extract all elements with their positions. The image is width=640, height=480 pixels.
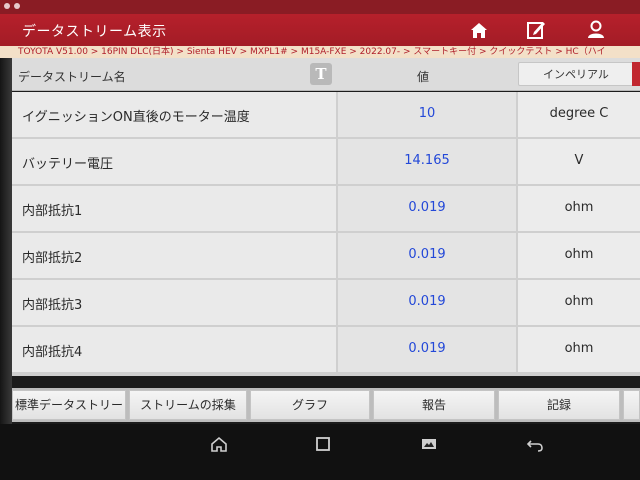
stream-sampling-button[interactable]: ストリームの採集 xyxy=(129,390,247,420)
page-title: データストリーム表示 xyxy=(22,24,167,40)
record-button[interactable]: 記録 xyxy=(498,390,620,420)
table-row[interactable]: 内部抵抗3 0.019 ohm xyxy=(12,280,640,325)
screen-bezel xyxy=(0,58,12,424)
stream-unit: ohm xyxy=(564,200,594,215)
status-dot-icon xyxy=(14,3,20,9)
stream-unit: ohm xyxy=(564,247,594,262)
data-stream-table[interactable]: イグニッションON直後のモーター温度 10 degree C バッテリー電圧 1… xyxy=(12,92,640,376)
stream-name: 内部抵抗2 xyxy=(22,251,83,266)
column-header-value: 値 xyxy=(417,70,430,84)
bottom-toolbar: 標準データストリー ストリームの採集 グラフ 報告 記録 xyxy=(12,388,640,422)
stream-name: イグニッションON直後のモーター温度 xyxy=(22,110,250,125)
home-icon[interactable] xyxy=(467,18,491,42)
stream-name: 内部抵抗3 xyxy=(22,298,83,313)
table-row[interactable]: イグニッションON直後のモーター温度 10 degree C xyxy=(12,92,640,137)
status-dot-icon xyxy=(4,3,10,9)
more-button[interactable] xyxy=(623,390,640,420)
stream-value: 0.019 xyxy=(408,200,446,215)
user-icon[interactable] xyxy=(584,18,608,42)
stream-unit: ohm xyxy=(564,341,594,356)
stream-value: 0.019 xyxy=(408,247,446,262)
recent-apps-icon[interactable] xyxy=(311,432,335,456)
unit-toggle-button[interactable]: インペリアル xyxy=(518,62,634,86)
stream-value: 10 xyxy=(418,106,436,121)
stream-name: バッテリー電圧 xyxy=(22,157,114,172)
stream-unit: ohm xyxy=(564,294,594,309)
stream-unit: V xyxy=(574,153,584,168)
edit-icon[interactable] xyxy=(524,18,548,42)
table-row[interactable]: 内部抵抗1 0.019 ohm xyxy=(12,186,640,231)
text-size-button[interactable]: T xyxy=(310,63,332,85)
table-header: データストリーム名 T 値 インペリアル xyxy=(12,58,640,91)
column-header-name: データストリーム名 xyxy=(18,70,126,84)
stream-name: 内部抵抗4 xyxy=(22,345,83,360)
graph-button[interactable]: グラフ xyxy=(250,390,370,420)
stream-value: 0.019 xyxy=(408,341,446,356)
status-bar xyxy=(0,0,640,14)
stream-unit: degree C xyxy=(549,106,609,121)
title-bar: データストリーム表示 xyxy=(0,14,640,46)
screenshot-icon[interactable] xyxy=(417,432,441,456)
back-icon[interactable] xyxy=(523,432,547,456)
stream-name: 内部抵抗1 xyxy=(22,204,83,219)
standard-stream-button[interactable]: 標準データストリー xyxy=(12,390,126,420)
table-row[interactable]: バッテリー電圧 14.165 V xyxy=(12,139,640,184)
table-row[interactable]: 内部抵抗4 0.019 ohm xyxy=(12,327,640,372)
stream-value: 14.165 xyxy=(404,153,450,168)
stream-value: 0.019 xyxy=(408,294,446,309)
android-home-icon[interactable] xyxy=(207,432,231,456)
system-nav-bar xyxy=(0,424,640,480)
tablet-screen: データストリーム表示 TOYOTA V51.00 > 16PIN DLC(日本)… xyxy=(0,0,640,480)
unit-toggle-indicator xyxy=(632,62,640,86)
breadcrumb: TOYOTA V51.00 > 16PIN DLC(日本) > Sienta H… xyxy=(0,46,640,58)
table-row[interactable]: 内部抵抗2 0.019 ohm xyxy=(12,233,640,278)
report-button[interactable]: 報告 xyxy=(373,390,495,420)
